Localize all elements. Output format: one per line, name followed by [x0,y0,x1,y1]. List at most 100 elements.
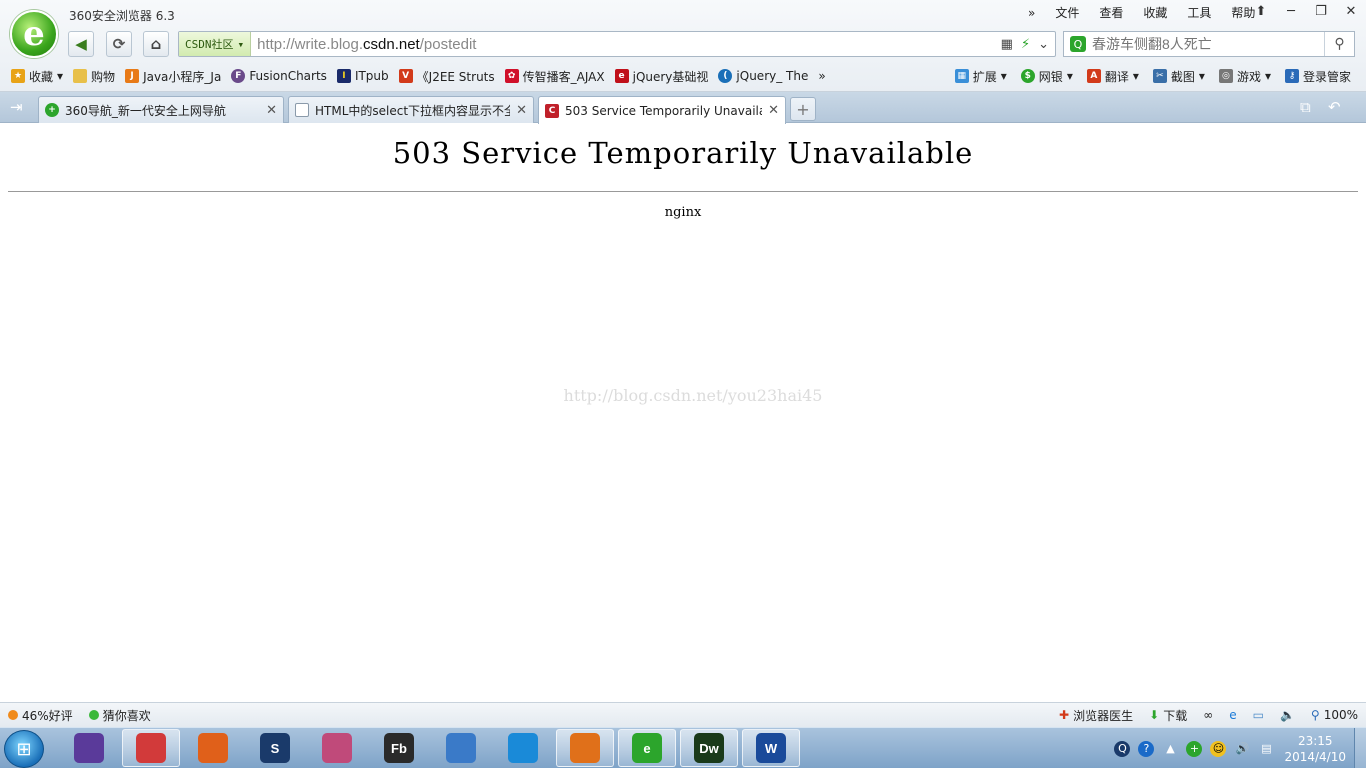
volume-icon[interactable]: 🔊 [1234,741,1250,757]
start-button[interactable]: ⊞ [4,730,44,768]
minimize-button[interactable]: ─ [1276,0,1306,22]
bookmark-jquery-the[interactable]: (jQuery_ The [713,69,813,83]
taskbar-app-360browser[interactable]: e [618,729,676,767]
tab-close-icon[interactable]: ✕ [768,103,779,118]
lightning-icon[interactable]: ⚡ [1021,37,1030,52]
guess-button[interactable]: 猜你喜欢 [81,707,159,724]
clock[interactable]: 23:15 2014/4/10 [1284,733,1346,765]
taskbar-app-dreamweaver[interactable]: Dw [680,729,738,767]
site-badge-label: CSDN社区 [185,38,234,51]
bookmark-shopping[interactable]: 购物 [68,68,120,85]
back-button[interactable]: ◀ [68,31,94,57]
tab-title: HTML中的select下拉框内容显示不全 [315,103,511,118]
server-name: nginx [664,205,702,220]
bookmarks-more-button[interactable]: » [813,69,830,83]
taskbar-app-eclipse-s[interactable]: S [246,729,304,767]
bookmark-jquery-basic[interactable]: e jQuery基础视 [610,68,714,85]
close-button[interactable]: ✕ [1336,0,1366,22]
shield-icon: V [398,69,413,83]
network-icon[interactable]: ▤ [1258,741,1274,757]
restore-button[interactable]: ❐ [1306,0,1336,22]
show-desktop-button[interactable] [1354,728,1366,768]
window-icon: ▭ [1252,708,1264,722]
menu-favorites[interactable]: 收藏 [1133,5,1177,21]
taskbar-app-firefox[interactable] [556,729,614,767]
home-button[interactable]: ⌂ [143,31,169,57]
taskbar-app-matlab[interactable] [184,729,242,767]
skin-button[interactable]: ⬆ [1246,0,1276,22]
java-icon: J [125,69,140,83]
tab-360-nav[interactable]: + 360导航_新一代安全上网导航 ✕ [38,96,284,123]
address-bar[interactable]: CSDN社区 ▾ http://write.blog.csdn.net/post… [178,31,1056,57]
taskbar-app-virtualbox[interactable] [432,729,490,767]
extensions-button[interactable]: ▦ 扩展 ▾ [948,68,1014,85]
bookmark-ajax[interactable]: ✿ 传智播客_AJAX [500,68,610,85]
refresh-button[interactable]: ⟳ [106,31,132,57]
browser-doctor-button[interactable]: ✚ 浏览器医生 [1051,707,1141,724]
qrcode-icon[interactable]: ▦ [1001,37,1013,52]
system-tray: Q ? ▲ + ☺ 🔊 ▤ 23:15 2014/4/10 [1110,728,1366,768]
tab-title: 360导航_新一代安全上网导航 [65,103,226,118]
taskbar-app-word[interactable]: W [742,729,800,767]
browser-logo-icon[interactable]: e [10,10,58,58]
tray-expand-icon[interactable]: ▲ [1162,741,1178,757]
login-manager-button[interactable]: ⚷ 登录管家 [1278,68,1358,85]
tab-close-icon[interactable]: ✕ [266,103,277,118]
help-icon[interactable]: ? [1138,740,1155,757]
sidebar-toggle-icon[interactable]: ⇥ [10,98,23,116]
home-icon: ⌂ [150,35,162,53]
editplus-icon [136,733,166,763]
menu-bar: » 文件 查看 收藏 工具 帮助 [1018,5,1265,21]
menu-tools[interactable]: 工具 [1177,5,1221,21]
rating-button[interactable]: 46%好评 [0,707,81,724]
bookmark-fusioncharts[interactable]: F FusionCharts [226,69,332,83]
search-button[interactable]: ⚲ [1324,32,1354,56]
zoom-label: 100% [1323,708,1358,722]
fusioncharts-icon: F [231,69,246,83]
tab-503-active[interactable]: C 503 Service Temporarily Unavailabl ✕ [538,96,786,124]
tab-html-select[interactable]: HTML中的select下拉框内容显示不全 ✕ [288,96,534,123]
search-icon: ⚲ [1334,36,1345,52]
qq-icon[interactable]: ☺ [1210,740,1227,757]
search-engine-selector[interactable]: Q [1064,32,1092,56]
restore-tabs-icon[interactable]: ⧉ [1300,98,1311,116]
url-text[interactable]: http://write.blog.csdn.net/postedit [251,36,476,53]
bookmark-itpub[interactable]: I ITpub [332,69,394,83]
search-input[interactable] [1092,33,1324,55]
taskbar-app-baiduyun[interactable] [494,729,552,767]
bookmark-favorites[interactable]: ★ 收藏 ▾ [6,68,68,85]
undo-close-icon[interactable]: ↶ [1328,98,1341,116]
tab-close-icon[interactable]: ✕ [516,103,527,118]
games-button[interactable]: ◎ 游戏 ▾ [1212,68,1278,85]
tray-app-icon[interactable]: Q [1114,740,1131,757]
taskbar-app-eclipse[interactable] [60,729,118,767]
menu-view[interactable]: 查看 [1089,5,1133,21]
e-icon: e [614,69,629,83]
360-tray-icon[interactable]: + [1186,740,1203,757]
grid-icon: ▦ [954,69,969,83]
screenshot-button[interactable]: ✂ 截图 ▾ [1146,68,1212,85]
sound-button[interactable]: 🔈 [1272,708,1303,722]
bookmark-j2ee[interactable]: V 《J2EE Struts [394,68,500,85]
translate-button[interactable]: A 翻译 ▾ [1080,68,1146,85]
taskbar-app-editplus[interactable] [122,729,180,767]
download-button[interactable]: ⬇ 下载 [1141,707,1195,724]
bookmark-java[interactable]: J Java小程序_Ja [120,68,226,85]
taskbar-app-snipping[interactable] [308,729,366,767]
site-badge[interactable]: CSDN社区 ▾ [179,32,252,56]
menu-file[interactable]: 文件 [1045,5,1089,21]
window-mode-button[interactable]: ▭ [1245,708,1272,722]
address-dropdown-icon[interactable]: ⌄ [1038,37,1049,52]
ebank-button[interactable]: $ 网银 ▾ [1014,68,1080,85]
taskbar-app-flashbuilder[interactable]: Fb [370,729,428,767]
ie-mode-button[interactable]: e [1221,708,1244,722]
chevron-down-icon: ▾ [1000,69,1007,83]
bookmark-label: ITpub [354,69,389,83]
new-tab-button[interactable]: + [790,97,816,121]
zoom-button[interactable]: ⚲ 100% [1303,708,1366,722]
glasses-button[interactable]: ∞ [1195,708,1221,722]
url-domain: csdn.net [363,35,420,53]
menu-more-icon[interactable]: » [1018,5,1045,21]
clock-time: 23:15 [1297,733,1333,748]
snipping-icon [322,733,352,763]
